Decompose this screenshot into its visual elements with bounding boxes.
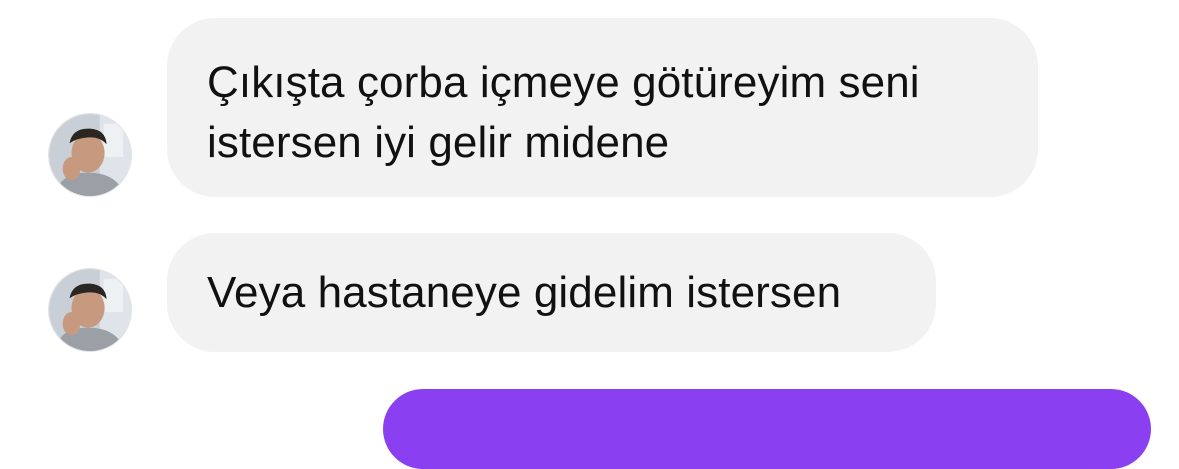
message-text-line: Veya hastaneye gidelim istersen bbox=[207, 268, 842, 317]
sender-avatar[interactable] bbox=[48, 268, 132, 352]
message-text-line: Çıkışta çorba içmeye götüreyim seni bbox=[207, 58, 920, 107]
incoming-message-bubble[interactable]: Çıkışta çorba içmeye götüreyim seni iste… bbox=[167, 18, 1038, 197]
message-thread: Çıkışta çorba içmeye götüreyim seni iste… bbox=[0, 0, 1179, 469]
avatar-photo bbox=[49, 114, 131, 196]
incoming-message-bubble[interactable]: Veya hastaneye gidelim istersen bbox=[167, 233, 936, 352]
avatar-photo bbox=[49, 269, 131, 351]
outgoing-message-bubble[interactable] bbox=[383, 389, 1151, 469]
message-text-line: istersen iyi gelir midene bbox=[207, 118, 670, 167]
sender-avatar[interactable] bbox=[48, 113, 132, 197]
